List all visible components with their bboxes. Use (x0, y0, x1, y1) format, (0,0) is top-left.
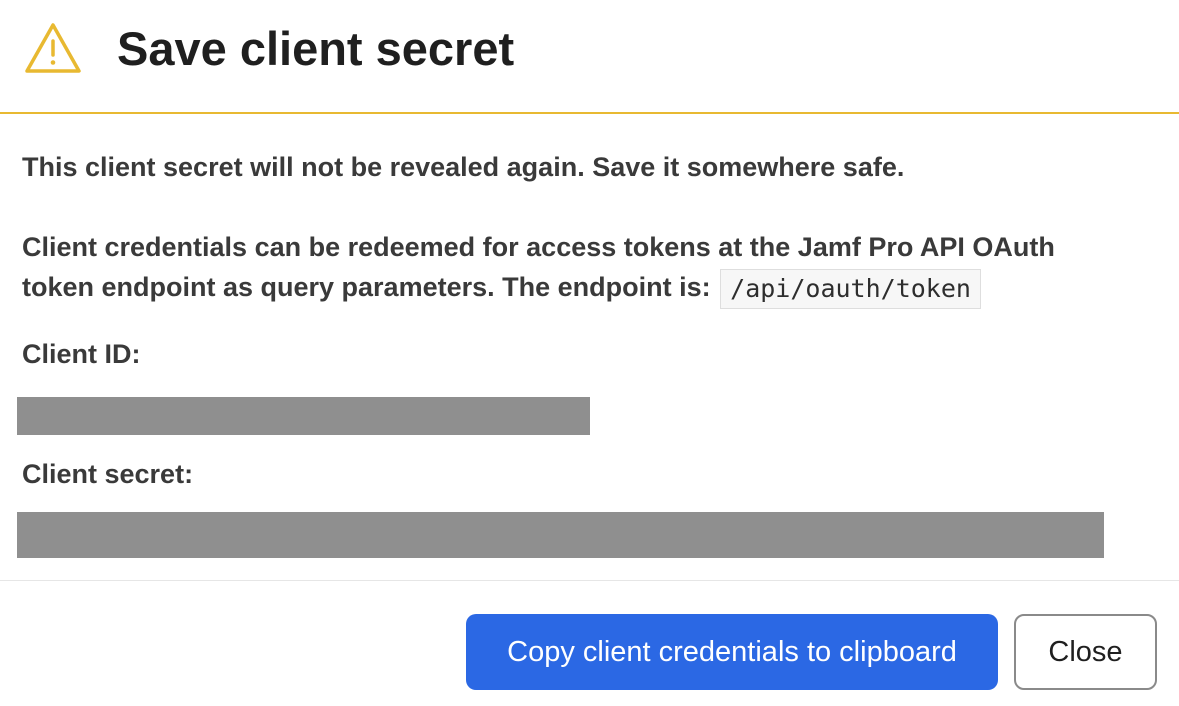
copy-credentials-button[interactable]: Copy client credentials to clipboard (466, 614, 998, 690)
endpoint-info-line1: Client credentials can be redeemed for a… (22, 232, 1055, 262)
warning-icon (25, 23, 81, 73)
client-secret-label: Client secret: (22, 459, 194, 489)
endpoint-info-line2: token endpoint as query parameters. The … (22, 269, 981, 309)
client-id-value-redacted (17, 397, 590, 435)
save-client-secret-dialog: Save client secret This client secret wi… (0, 0, 1179, 706)
close-button[interactable]: Close (1014, 614, 1157, 690)
client-id-label: Client ID: (22, 339, 141, 369)
dialog-title: Save client secret (117, 22, 515, 75)
endpoint-code: /api/oauth/token (720, 269, 981, 309)
endpoint-info-text: token endpoint as query parameters. The … (22, 272, 711, 303)
client-secret-value-redacted (17, 512, 1104, 558)
footer-divider (0, 580, 1179, 581)
warning-message: This client secret will not be revealed … (22, 152, 905, 182)
dialog-header: Save client secret (0, 0, 1179, 114)
